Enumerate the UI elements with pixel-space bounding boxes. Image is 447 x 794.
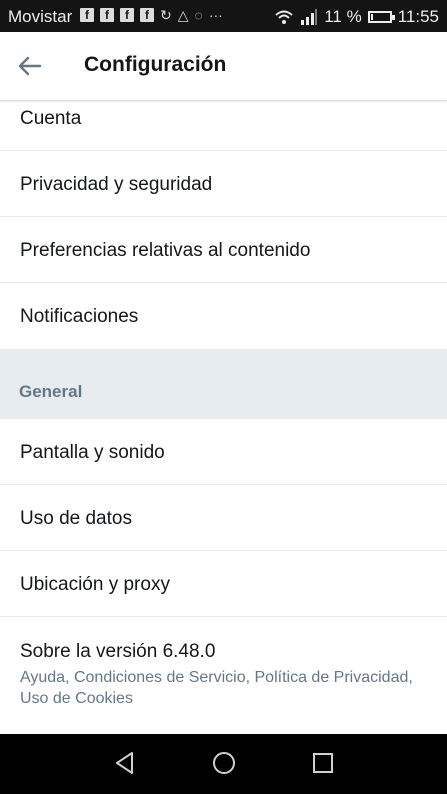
settings-item-account[interactable]: Cuenta [0,100,447,151]
settings-item-label: Ubicación y proxy [20,574,170,595]
wifi-icon [275,10,293,24]
settings-item-content-preferences[interactable]: Preferencias relativas al contenido [0,217,447,283]
settings-item-about[interactable]: Sobre la versión 6.48.0 Ayuda, Condicion… [0,617,447,727]
settings-item-location-proxy[interactable]: Ubicación y proxy [0,551,447,617]
status-bar: Movistar f f f f ↻ △ ◌ ··· 11 % 11:55 [0,0,447,32]
settings-item-display-sound[interactable]: Pantalla y sonido [0,419,447,485]
settings-item-data-usage[interactable]: Uso de datos [0,485,447,551]
battery-level-fill [370,14,373,20]
settings-item-label: Notificaciones [20,306,139,327]
battery-icon [367,11,395,23]
nav-home-icon[interactable] [209,748,239,778]
clock: 11:55 [397,7,439,26]
section-header-label: General [19,382,83,401]
settings-item-label: Cuenta [20,108,82,129]
back-arrow-icon[interactable] [16,52,44,80]
page-title: Configuración [84,53,227,76]
settings-list: Cuenta Privacidad y seguridad Preferenci… [0,100,447,727]
navigation-bar [0,734,447,794]
carrier-name: Movistar [8,7,73,26]
settings-item-label: Privacidad y seguridad [20,174,213,195]
recycle-icon: △ [177,7,189,23]
facebook-icon: f [120,8,134,22]
facebook-icon: f [100,8,114,22]
settings-item-label: Pantalla y sonido [20,442,165,463]
app-bar: Configuración [0,32,447,101]
settings-item-privacy[interactable]: Privacidad y seguridad [0,151,447,217]
settings-item-label: Preferencias relativas al contenido [20,240,311,261]
nav-recents-icon[interactable] [308,748,338,778]
nav-back-icon[interactable] [110,748,140,778]
sync-icon: ↻ [160,7,172,23]
battery-percent: 11 % [324,7,362,26]
notification-icons: f f f f ↻ △ ◌ ··· [80,8,223,22]
settings-item-label: Uso de datos [20,508,132,529]
section-header-general: General [0,349,447,419]
status-right: 11 % 11:55 [274,7,439,27]
about-subtitle: Ayuda, Condiciones de Servicio, Política… [20,669,413,707]
settings-item-notifications[interactable]: Notificaciones [0,283,447,349]
signal-icon [301,9,318,25]
facebook-icon: f [140,8,154,22]
more-icon: ··· [208,7,223,23]
facebook-icon: f [80,8,94,22]
about-title: Sobre la versión 6.48.0 [20,641,216,662]
chat-icon: ◌ [194,7,203,23]
